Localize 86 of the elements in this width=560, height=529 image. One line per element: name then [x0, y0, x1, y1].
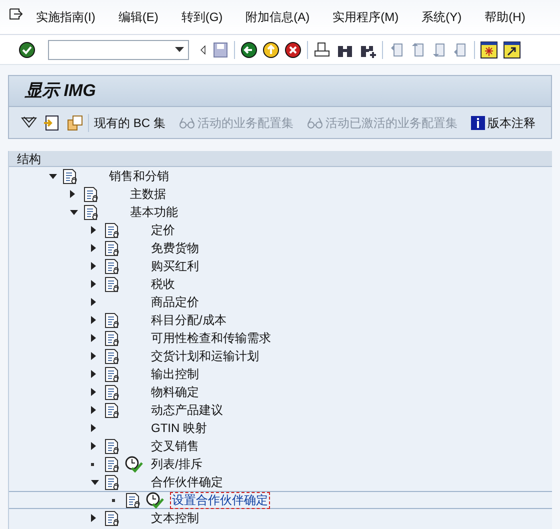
save-icon[interactable]	[211, 40, 229, 58]
copy-icon[interactable]	[67, 114, 83, 130]
tree-node-label[interactable]: 可用性检查和传输需求	[149, 330, 273, 346]
tree-node-label[interactable]: 销售和分销	[107, 168, 171, 184]
menu-item[interactable]: 附加信息(A)	[246, 8, 310, 26]
expand-arrow-icon[interactable]	[91, 424, 96, 432]
up-icon[interactable]	[262, 40, 280, 58]
tree-node-label[interactable]: GTIN 映射	[149, 420, 209, 436]
tree-node-label[interactable]: 免费货物	[149, 240, 201, 256]
document-icon[interactable]	[104, 276, 121, 292]
document-icon[interactable]	[104, 438, 121, 454]
menu-item[interactable]: 实用程序(M)	[332, 8, 399, 26]
menu-item[interactable]: 帮助(H)	[484, 8, 526, 26]
clock-check-icon[interactable]	[125, 456, 143, 472]
document-icon[interactable]	[83, 186, 100, 202]
column-header-label: 结构	[17, 150, 41, 168]
tree-node-label[interactable]: 税收	[149, 276, 177, 292]
print-icon[interactable]	[313, 40, 331, 58]
expand-arrow-icon[interactable]	[91, 334, 96, 342]
tree-node-label[interactable]: 文本控制	[149, 510, 201, 526]
tree-node-label[interactable]: 列表/排斥	[149, 456, 204, 472]
tree-node-label[interactable]: 主数据	[128, 186, 168, 202]
tree-node-label[interactable]: 输出控制	[149, 366, 201, 382]
document-icon[interactable]	[125, 492, 142, 508]
tree-node-label[interactable]: 动态产品建议	[149, 402, 225, 418]
tree-node-label[interactable]: 定价	[149, 222, 177, 238]
command-field[interactable]	[48, 40, 189, 60]
document-icon[interactable]	[104, 330, 121, 346]
document-icon[interactable]	[104, 384, 121, 400]
document-icon[interactable]	[104, 474, 121, 490]
expand-arrow-icon[interactable]	[91, 316, 96, 324]
expand-arrow-icon[interactable]	[91, 406, 96, 414]
tree-node-label[interactable]: 交货计划和运输计划	[149, 348, 261, 364]
tree-node-label[interactable]: 基本功能	[128, 204, 180, 220]
document-icon[interactable]	[104, 366, 121, 382]
document-icon[interactable]	[83, 204, 100, 220]
document-icon[interactable]	[104, 240, 121, 256]
expand-arrow-icon[interactable]	[70, 190, 75, 198]
expand-arrow-icon[interactable]	[91, 226, 96, 234]
tree-node-label[interactable]: 交叉销售	[149, 438, 201, 454]
glasses-icon	[179, 116, 196, 128]
new-window-icon[interactable]	[480, 40, 498, 58]
menu-icon[interactable]	[9, 8, 23, 20]
expand-arrow-icon[interactable]	[91, 244, 96, 252]
document-icon[interactable]	[62, 168, 79, 184]
collapse-arrow-icon[interactable]	[49, 174, 57, 178]
tree-node-label[interactable]: 科目分配/成本	[149, 312, 228, 328]
collapse-arrow-icon[interactable]	[91, 480, 99, 484]
document-icon[interactable]	[104, 402, 121, 418]
document-icon[interactable]	[104, 312, 121, 328]
menu-item[interactable]: 系统(Y)	[422, 8, 462, 26]
screen-title: 显示 IMG	[25, 80, 96, 102]
document-icon[interactable]	[104, 456, 121, 472]
tree-node-label[interactable]: 合作伙伴确定	[149, 474, 225, 490]
glasses-icon	[307, 116, 324, 128]
collapse-arrow-icon[interactable]	[70, 210, 78, 214]
dropdown-arrow-icon[interactable]	[175, 47, 184, 52]
expand-arrow-icon[interactable]	[91, 442, 96, 450]
tree-node-label[interactable]: 购买红利	[149, 258, 201, 274]
expand-arrow-icon[interactable]	[91, 352, 96, 360]
tree-node-label[interactable]: 商品定价	[149, 294, 201, 310]
document-icon[interactable]	[104, 258, 121, 274]
document-icon[interactable]	[104, 348, 121, 364]
tree-node-label[interactable]: 物料确定	[149, 384, 201, 400]
toolbar-button[interactable]: 版本注释	[471, 114, 536, 132]
cancel-icon[interactable]	[284, 40, 302, 58]
filter-icon[interactable]	[21, 116, 37, 130]
tree-node-label[interactable]: 设置合作伙伴确定	[170, 492, 270, 508]
expand-arrow-icon[interactable]	[91, 262, 96, 270]
info-icon	[471, 116, 486, 130]
expand-arrow-icon[interactable]	[91, 370, 96, 378]
menu-item[interactable]: 转到(G)	[181, 8, 223, 26]
document-export-icon[interactable]	[43, 114, 59, 130]
toolbar-button[interactable]: 现有的 BC 集	[94, 114, 166, 132]
document-icon[interactable]	[104, 510, 121, 526]
expand-arrow-icon[interactable]	[91, 388, 96, 396]
clock-check-icon[interactable]	[146, 492, 164, 508]
check-icon[interactable]	[18, 40, 36, 58]
expand-arrow-icon[interactable]	[91, 280, 96, 288]
menu-item[interactable]: 编辑(E)	[118, 8, 158, 26]
expand-arrow-icon[interactable]	[91, 298, 96, 306]
menu-item[interactable]: 实施指南(I)	[36, 8, 96, 26]
shortcut-icon[interactable]	[503, 40, 521, 58]
document-icon[interactable]	[104, 222, 121, 238]
back-icon[interactable]	[240, 40, 258, 58]
expand-arrow-icon[interactable]	[91, 514, 96, 522]
